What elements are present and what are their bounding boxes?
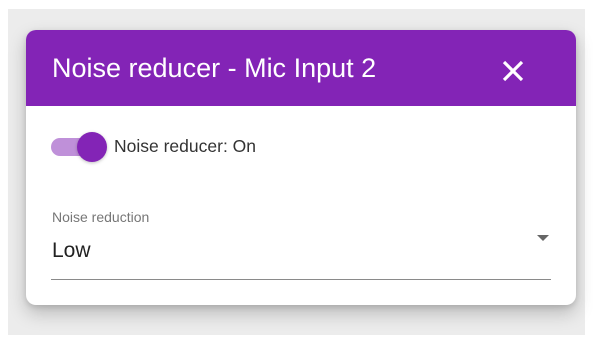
noise-reduction-label: Noise reduction (52, 209, 150, 225)
noise-reducer-toggle[interactable] (51, 131, 109, 162)
noise-reducer-toggle-row: Noise reducer: On (51, 131, 371, 162)
dialog-title: Noise reducer - Mic Input 2 (52, 53, 377, 83)
noise-reduction-select[interactable]: Noise reduction Low (51, 208, 551, 280)
arrow-drop-down-icon (537, 235, 549, 241)
noise-reducer-toggle-label: Noise reducer: On (114, 136, 257, 156)
close-button[interactable] (496, 54, 530, 88)
noise-reducer-dialog: Noise reducer - Mic Input 2 Noise reduce… (26, 30, 576, 305)
dialog-header: Noise reducer - Mic Input 2 (26, 30, 576, 106)
toggle-thumb (77, 132, 107, 162)
close-icon (502, 60, 524, 82)
noise-reduction-value: Low (52, 239, 91, 262)
select-underline (51, 279, 551, 280)
